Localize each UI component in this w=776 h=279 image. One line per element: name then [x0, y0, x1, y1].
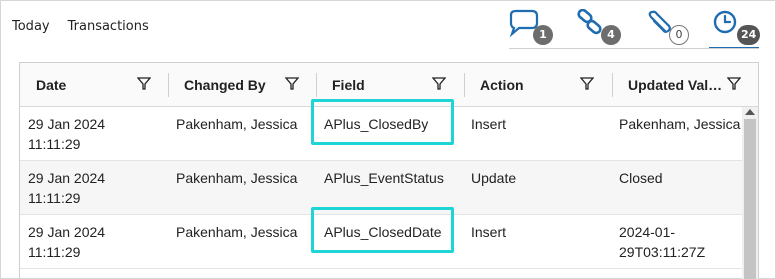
- action-cell: Update: [471, 170, 517, 186]
- time-text: 11:11:29: [28, 136, 81, 152]
- attachments-button[interactable]: 0: [641, 7, 691, 45]
- comments-button[interactable]: 1: [505, 7, 555, 45]
- updated-value-cell: Closed: [619, 168, 663, 188]
- tab-transactions[interactable]: Transactions: [68, 19, 149, 34]
- time-text: 11:11:29: [28, 190, 81, 206]
- action-cell: Insert: [471, 116, 507, 132]
- scrollbar-thumb[interactable]: [744, 119, 756, 279]
- field-cell: APlus_EventStatus: [324, 170, 444, 186]
- updated-value-text: Closed: [619, 170, 663, 186]
- toolbar-divider: [509, 48, 759, 49]
- action-cell: Insert: [471, 224, 507, 240]
- tab-today[interactable]: Today: [12, 19, 50, 34]
- updated-value-text: Pakenham, Jessica: [619, 116, 741, 132]
- time-text: 11:11:29: [28, 244, 81, 260]
- attachments-count-badge: 0: [669, 25, 689, 45]
- updated-value-text-continued: 29T03:11:27Z: [619, 244, 706, 260]
- changed-by-cell: Pakenham, Jessica: [176, 224, 298, 240]
- date-text: 29 Jan 2024: [28, 116, 106, 132]
- filter-icon[interactable]: [432, 77, 446, 91]
- filter-icon[interactable]: [727, 77, 741, 91]
- date-cell: 29 Jan 2024 11:11:29: [28, 168, 105, 208]
- changed-by-cell: Pakenham, Jessica: [176, 116, 298, 132]
- comments-count-badge: 1: [533, 25, 553, 45]
- table-row[interactable]: 29 Jan 2024 11:11:29 Pakenham, Jessica A…: [20, 207, 742, 269]
- updated-value-text: 2024-01-: [619, 224, 676, 240]
- field-highlight-box: [311, 99, 454, 145]
- toolbar-icons: 1 4 0 24: [487, 7, 761, 49]
- history-button[interactable]: 24: [709, 7, 761, 49]
- history-panel: Today Transactions 1 4 0 24 Date Changed…: [0, 0, 776, 279]
- vertical-scrollbar[interactable]: [742, 107, 758, 279]
- date-cell: 29 Jan 2024 11:11:29: [28, 114, 105, 154]
- scroll-up-arrow-icon[interactable]: [745, 109, 755, 115]
- view-tabs: Today Transactions: [12, 19, 149, 34]
- history-grid: Date Changed By Field Action Updated Val…: [19, 62, 759, 279]
- date-cell: 29 Jan 2024 11:11:29: [28, 222, 105, 262]
- updated-value-cell: Pakenham, Jessica: [619, 114, 740, 134]
- links-button[interactable]: 4: [573, 7, 623, 45]
- column-header-updated-value[interactable]: Updated Val…: [612, 63, 722, 107]
- filter-icon[interactable]: [285, 77, 299, 91]
- filter-icon[interactable]: [137, 77, 151, 91]
- history-count-badge: 24: [737, 25, 761, 45]
- changed-by-cell: Pakenham, Jessica: [176, 170, 298, 186]
- links-count-badge: 4: [601, 25, 621, 45]
- date-text: 29 Jan 2024: [28, 224, 106, 240]
- filter-icon[interactable]: [580, 77, 594, 91]
- table-row[interactable]: 29 Jan 2024 11:11:29 Pakenham, Jessica A…: [20, 99, 742, 161]
- date-text: 29 Jan 2024: [28, 170, 106, 186]
- updated-value-cell: 2024-01- 29T03:11:27Z: [619, 222, 705, 262]
- field-highlight-box: [311, 207, 454, 253]
